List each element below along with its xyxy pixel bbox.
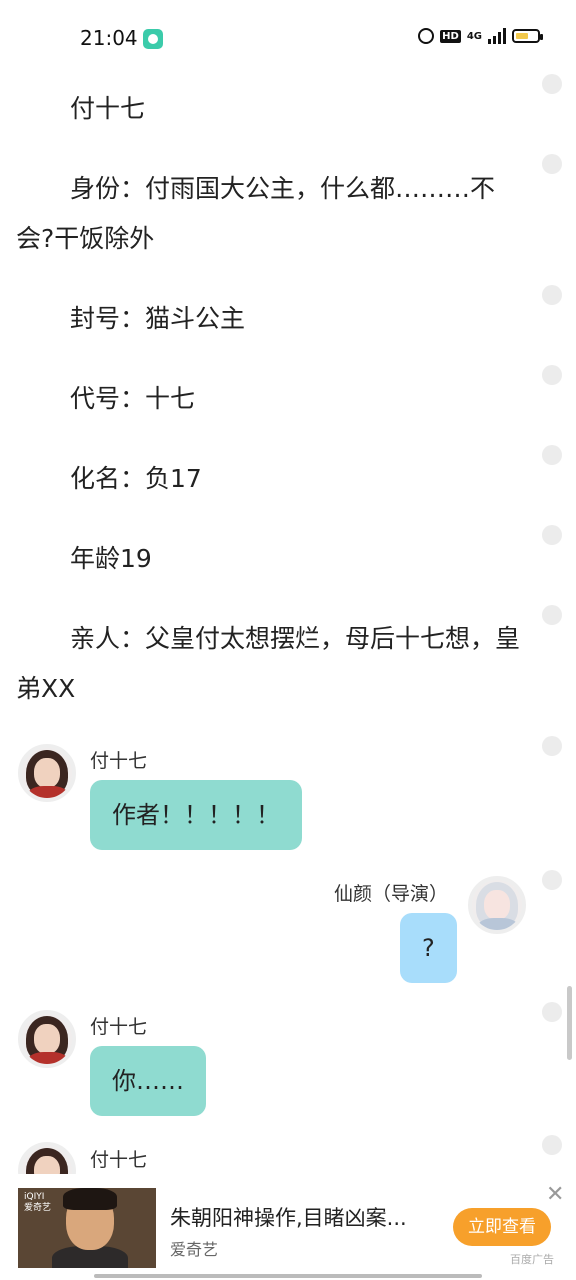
status-bar: 21:04 HD 4G — [0, 0, 576, 76]
ad-view-button[interactable]: 立即查看 — [453, 1208, 551, 1246]
story-paragraph: 代号：十七 — [70, 384, 196, 413]
paragraph-comment-icon[interactable] — [542, 1135, 562, 1155]
avatar[interactable] — [18, 744, 76, 802]
ad-brand: 爱奇艺 — [170, 1240, 219, 1259]
scrollbar[interactable] — [567, 986, 572, 1060]
signal-icon — [488, 28, 506, 44]
story-content: 付十七 身份：付雨国大公主，什么都………不会?干饭除外 封号：猫斗公主 代号：十… — [16, 76, 526, 714]
paragraph-comment-icon[interactable] — [542, 1002, 562, 1022]
paragraph-comment-icon[interactable] — [542, 736, 562, 756]
paragraph-comment-icon[interactable] — [542, 285, 562, 305]
paragraph-comment-icon[interactable] — [542, 605, 562, 625]
status-icons: HD 4G — [418, 28, 543, 44]
status-time: 21:04 — [80, 26, 138, 50]
paragraph-comment-icon[interactable] — [542, 525, 562, 545]
story-paragraph: 年龄19 — [70, 544, 152, 573]
ad-title[interactable]: 朱朝阳神操作,目睹凶案... — [170, 1202, 407, 1232]
iqiyi-logo: iQIYI 爱奇艺 — [24, 1192, 52, 1213]
story-paragraph: 化名：负17 — [70, 464, 202, 493]
sender-name: 付十七 — [90, 1149, 148, 1171]
close-icon[interactable]: ✕ — [546, 1182, 564, 1207]
message-bubble: ? — [400, 913, 457, 983]
story-paragraph: 封号：猫斗公主 — [70, 304, 246, 333]
sender-name: 付十七 — [90, 750, 148, 772]
paragraph-comment-icon[interactable] — [542, 154, 562, 174]
paragraph-comment-icon[interactable] — [542, 445, 562, 465]
paragraph-comment-icon[interactable] — [542, 365, 562, 385]
battery-icon — [512, 29, 543, 43]
avatar[interactable] — [468, 876, 526, 934]
home-indicator[interactable] — [94, 1274, 482, 1278]
message-bubble: 你…… — [90, 1046, 206, 1116]
alarm-icon — [418, 28, 435, 44]
sender-name: 付十七 — [90, 1016, 148, 1038]
paragraph-comment-icon[interactable] — [542, 74, 562, 94]
paragraph-comment-icon[interactable] — [542, 870, 562, 890]
hd-icon: HD — [440, 29, 461, 43]
story-paragraph: 亲人：父皇付太想摆烂，母后十七想，皇弟XX — [16, 624, 521, 703]
message-bubble: 作者！！！！！ — [90, 780, 302, 850]
avatar[interactable] — [18, 1010, 76, 1068]
network-type: 4G — [466, 30, 482, 42]
ad-banner[interactable]: iQIYI 爱奇艺 朱朝阳神操作,目睹凶案... 爱奇艺 立即查看 ✕ 百度广告 — [0, 1174, 576, 1280]
ad-image[interactable]: iQIYI 爱奇艺 — [18, 1188, 156, 1268]
story-paragraph: 付十七 — [70, 94, 146, 123]
story-paragraph: 身份：付雨国大公主，什么都………不会?干饭除外 — [16, 174, 496, 253]
app-notification-icon — [143, 29, 163, 49]
sender-name: 仙颜（导演） — [334, 883, 449, 905]
ad-tag: 百度广告 — [510, 1253, 554, 1266]
